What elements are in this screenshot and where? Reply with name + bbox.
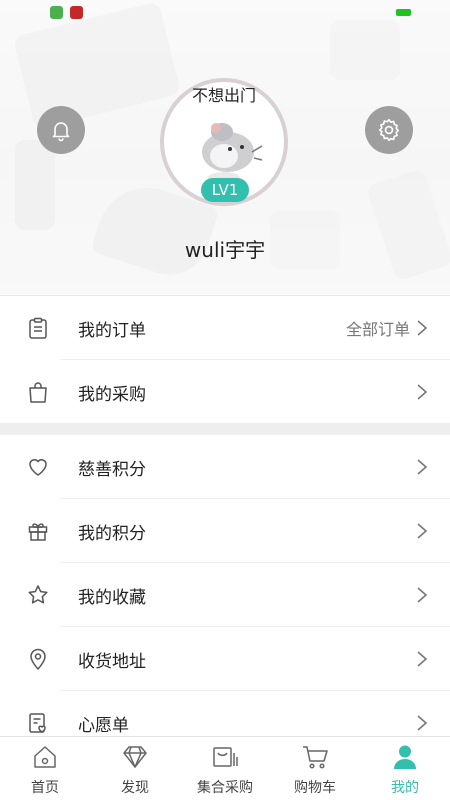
menu-item-my-points[interactable]: 我的积分 [0,499,450,563]
chevron-right-icon [417,587,428,603]
location-pin-icon [30,648,46,670]
shopping-bag-icon [29,382,47,403]
level-badge: LV1 [201,178,249,202]
tab-discover[interactable]: 发现 [90,737,180,800]
tab-label: 发现 [121,780,149,796]
status-bar [0,0,450,24]
home-icon [34,746,56,768]
profile-header: 不想出门 LV1 wuli宇宇 [0,0,450,294]
menu-item-shipping-address[interactable]: 收货地址 [0,627,450,691]
battery-icon [396,9,411,16]
tab-cart[interactable]: 购物车 [270,737,360,800]
menu-item-label: 慈善积分 [78,459,146,480]
account-menu: 慈善积分 我的积分 我的收藏 收货地址 心愿单 [0,435,450,755]
menu-item-label: 心愿单 [78,715,129,736]
menu-item-my-purchases[interactable]: 我的采购 [0,360,450,424]
orders-menu: 我的订单 全部订单 我的采购 [0,295,450,424]
menu-item-charity-points[interactable]: 慈善积分 [0,435,450,499]
chevron-right-icon [417,459,428,475]
menu-item-my-favorites[interactable]: 我的收藏 [0,563,450,627]
chevron-right-icon [417,320,428,336]
tab-label: 我的 [391,780,419,796]
menu-item-label: 我的积分 [78,523,146,544]
username: wuli宇宇 [184,238,266,262]
menu-item-label: 我的收藏 [78,587,146,608]
chevron-right-icon [417,384,428,400]
menu-item-label: 我的订单 [78,320,146,341]
person-icon [394,745,416,769]
tab-label: 购物车 [294,780,336,796]
gear-icon [378,118,400,142]
heart-icon [29,459,47,476]
menu-item-label: 收货地址 [78,651,146,672]
all-orders-link[interactable]: 全部订单 [346,316,410,340]
tab-label: 首页 [31,780,59,796]
tab-label: 集合采购 [197,780,253,796]
group-purchase-icon [213,747,238,767]
tab-home[interactable]: 首页 [0,737,90,800]
bell-icon [52,122,70,142]
settings-button[interactable] [365,106,413,154]
gift-icon [28,523,48,541]
notification-app-icon [50,6,63,19]
avatar-caption: 不想出门 [191,86,256,105]
tab-me[interactable]: 我的 [360,737,450,800]
menu-item-my-orders[interactable]: 我的订单 全部订单 [0,296,450,360]
clipboard-icon [29,317,47,339]
notifications-button[interactable] [37,106,85,154]
tab-group-purchase[interactable]: 集合采购 [180,737,270,800]
diamond-icon [123,746,147,768]
section-separator [0,423,450,435]
chevron-right-icon [417,523,428,539]
star-icon [28,585,48,604]
menu-item-label: 我的采购 [78,384,146,405]
notification-app-icon [70,6,83,19]
cart-icon [303,746,328,769]
bottom-tab-bar: 首页 发现 集合采购 购物车 我的 [0,736,450,800]
chevron-right-icon [417,715,428,731]
chevron-right-icon [417,651,428,667]
wishlist-icon [29,713,46,733]
